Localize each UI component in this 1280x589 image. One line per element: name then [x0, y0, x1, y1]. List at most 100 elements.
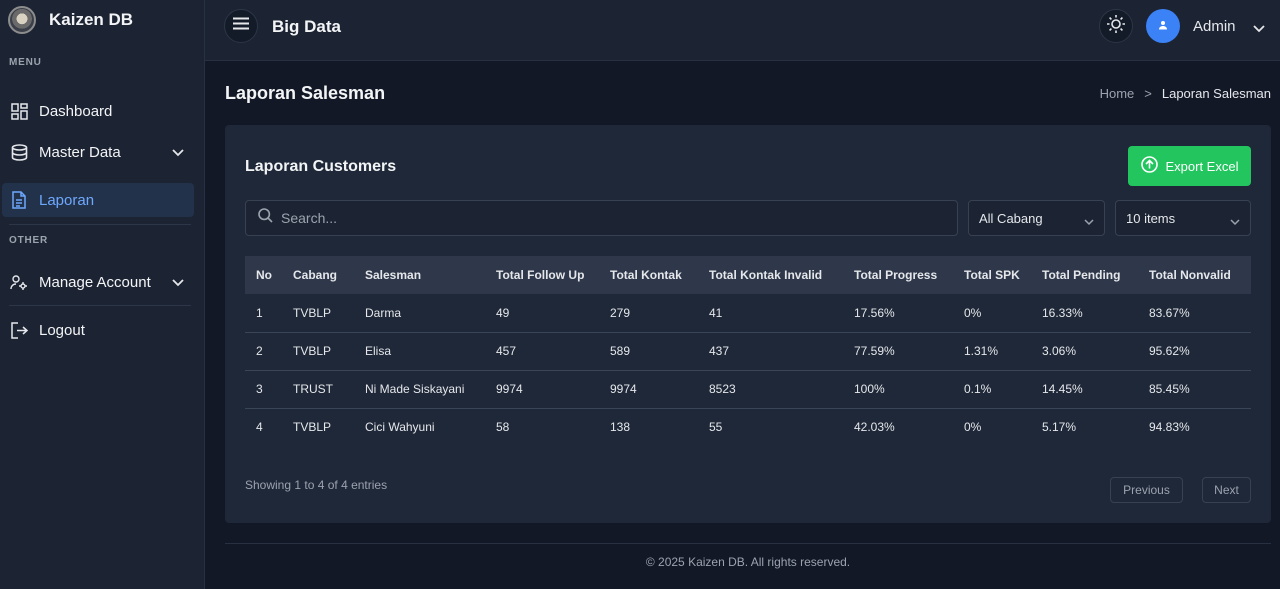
- table-cell: TVBLP: [293, 420, 332, 435]
- table-cell: 9974: [496, 382, 523, 396]
- table-cell: 55: [709, 420, 723, 435]
- sidebar-item-label: Laporan: [39, 191, 95, 209]
- table-cell: TVBLP: [293, 305, 332, 320]
- table-cell: 2: [256, 344, 263, 358]
- entries-info: Showing 1 to 4 of 4 entries: [245, 478, 388, 492]
- user-icon: [1158, 17, 1168, 35]
- column-header[interactable]: Total Kontak Invalid: [698, 256, 843, 294]
- avatar[interactable]: [1146, 9, 1180, 43]
- table-cell: 0%: [964, 305, 982, 320]
- next-page-button[interactable]: Next: [1202, 477, 1251, 503]
- table-row: 3 TRUST Ni Made Siskayani 9974 9974 8523…: [245, 370, 1251, 408]
- brand-logo: [8, 6, 36, 34]
- table-cell: 0.1%: [964, 382, 992, 396]
- previous-page-button[interactable]: Previous: [1110, 477, 1183, 503]
- column-header[interactable]: No: [245, 256, 282, 294]
- sidebar-item-laporan[interactable]: Laporan: [2, 183, 194, 217]
- table-cell: 3.06%: [1042, 344, 1077, 358]
- sidebar: Kaizen DB MENU Dashboard Master Data Lap…: [0, 0, 205, 589]
- column-header[interactable]: Total Pending: [1031, 256, 1138, 294]
- sidebar-item-dashboard[interactable]: Dashboard: [2, 94, 194, 128]
- table-cell: 138: [610, 420, 631, 435]
- sidebar-item-label: Master Data: [39, 143, 121, 161]
- table-cell: 85.45%: [1149, 382, 1190, 396]
- table-cell: 41: [709, 305, 723, 320]
- brand[interactable]: Kaizen DB: [0, 0, 204, 40]
- grid-icon: [10, 102, 28, 120]
- upload-circle-icon: [1140, 156, 1158, 176]
- table-cell: TRUST: [293, 382, 333, 396]
- page-title: Laporan Salesman: [225, 83, 386, 103]
- table-cell: 17.56%: [854, 305, 895, 320]
- chevron-down-icon: [1084, 214, 1094, 229]
- table-cell: 100%: [854, 382, 885, 396]
- footer-divider: [225, 543, 1271, 544]
- table-row: 4 TVBLP Cici Wahyuni 58 138 55 42.03% 0%…: [245, 408, 1251, 446]
- table-cell: 77.59%: [854, 344, 895, 358]
- table-cell: 0%: [964, 420, 982, 435]
- search-icon: [258, 208, 273, 228]
- export-excel-button[interactable]: Export Excel: [1128, 146, 1251, 186]
- theme-toggle-button[interactable]: [1099, 9, 1133, 43]
- table-cell: Ni Made Siskayani: [365, 382, 465, 396]
- items-per-page-select[interactable]: 10 items: [1115, 200, 1251, 236]
- table-cell: 49: [496, 305, 510, 320]
- chevron-down-icon[interactable]: [1253, 20, 1265, 38]
- table-cell: 279: [610, 305, 631, 320]
- table-row: 1 TVBLP Darma 49 279 41 17.56% 0% 16.33%…: [245, 294, 1251, 332]
- logout-icon: [10, 321, 28, 339]
- document-icon: [10, 191, 28, 209]
- chevron-down-icon: [172, 144, 184, 161]
- table-cell: 14.45%: [1042, 382, 1083, 396]
- table-cell: 58: [496, 420, 510, 435]
- chevron-down-icon: [1230, 214, 1240, 229]
- table-cell: Cici Wahyuni: [365, 420, 435, 435]
- table-row: 2 TVBLP Elisa 457 589 437 77.59% 1.31% 3…: [245, 332, 1251, 370]
- column-header[interactable]: Salesman: [354, 256, 485, 294]
- breadcrumb-current: Laporan Salesman: [1161, 86, 1271, 101]
- card-title: Laporan Customers: [245, 158, 397, 175]
- table-cell: 437: [709, 344, 730, 358]
- sidebar-item-master-data[interactable]: Master Data: [2, 135, 194, 169]
- table-cell: 3: [256, 382, 263, 396]
- table-cell: 95.62%: [1149, 344, 1190, 358]
- topbar-title: Big Data: [272, 17, 341, 36]
- section-title-other: OTHER: [9, 235, 48, 246]
- report-card: Laporan Customers Export Excel All Caban…: [225, 125, 1271, 523]
- salesman-table: No Cabang Salesman Total Follow Up Total…: [245, 256, 1251, 446]
- export-excel-label: Export Excel: [1165, 158, 1239, 174]
- sidebar-item-manage-account[interactable]: Manage Account: [2, 265, 194, 299]
- chevron-down-icon: [172, 274, 184, 291]
- column-header[interactable]: Total Progress: [843, 256, 953, 294]
- table-cell: 9974: [610, 382, 637, 396]
- search-box[interactable]: [245, 200, 958, 236]
- user-name[interactable]: Admin: [1193, 18, 1236, 35]
- table-cell: Darma: [365, 305, 402, 320]
- column-header[interactable]: Total Kontak: [599, 256, 698, 294]
- breadcrumb: Home > Laporan Salesman: [1100, 86, 1271, 101]
- database-icon: [10, 143, 28, 161]
- table-cell: 94.83%: [1149, 420, 1190, 435]
- table-cell: 83.67%: [1149, 305, 1190, 320]
- column-header[interactable]: Cabang: [282, 256, 354, 294]
- column-header[interactable]: Total Nonvalid: [1138, 256, 1251, 294]
- table-cell: 4: [256, 420, 263, 435]
- table-cell: 42.03%: [854, 420, 895, 435]
- menu-toggle-button[interactable]: [224, 9, 258, 43]
- table-cell: 8523: [709, 382, 736, 396]
- hamburger-icon: [233, 17, 249, 35]
- topbar: Big Data Admin: [205, 0, 1280, 61]
- search-input[interactable]: [281, 210, 931, 226]
- brand-name: Kaizen DB: [49, 10, 134, 29]
- table-cell: 1.31%: [964, 344, 999, 358]
- table-cell: 5.17%: [1042, 420, 1077, 435]
- sidebar-item-logout[interactable]: Logout: [2, 313, 194, 347]
- cabang-select[interactable]: All Cabang: [968, 200, 1105, 236]
- breadcrumb-home[interactable]: Home: [1100, 86, 1135, 101]
- breadcrumb-separator: >: [1144, 86, 1152, 101]
- sun-icon: [1106, 14, 1126, 39]
- table-cell: 1: [256, 305, 263, 320]
- column-header[interactable]: Total SPK: [953, 256, 1031, 294]
- table-cell: TVBLP: [293, 344, 332, 358]
- column-header[interactable]: Total Follow Up: [485, 256, 599, 294]
